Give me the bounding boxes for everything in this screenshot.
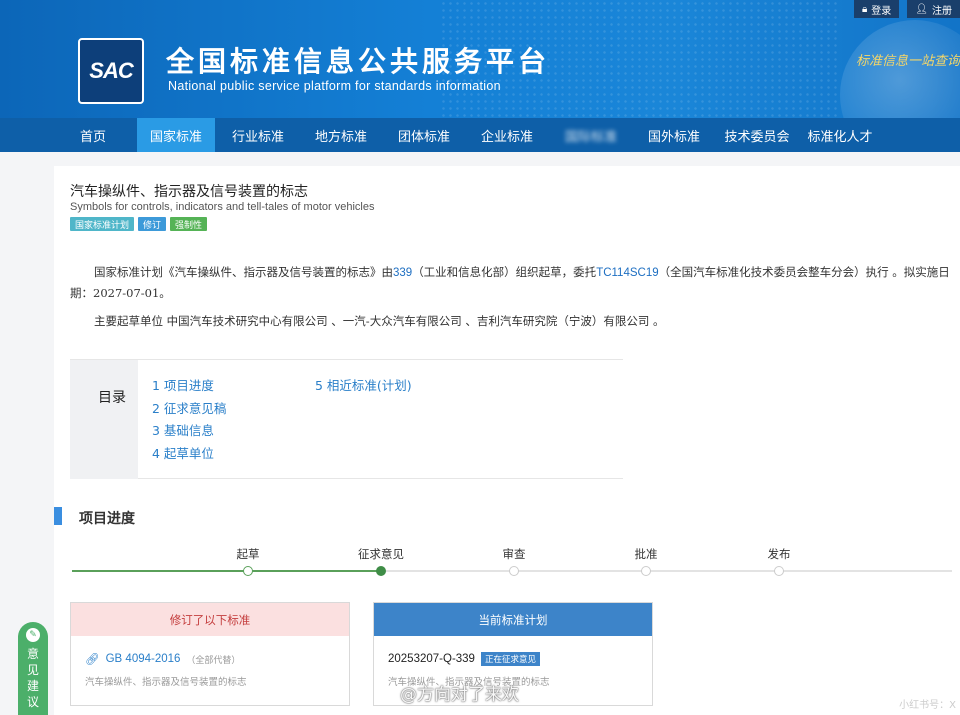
revised-standard-link[interactable]: GB 4094-2016 (106, 653, 181, 665)
revised-standard-desc: 汽车操纵件、指示器及信号装置的标志 (85, 677, 247, 688)
register-button[interactable]: 👤︎ 注册 (907, 0, 960, 18)
toc-label-box: 目录 (70, 360, 138, 479)
current-plan-row: 20253207-Q-339 正在征求意见 (388, 652, 540, 666)
step-label-approve: 批准 (634, 547, 658, 561)
nav-item-enterprise[interactable]: 企业标准 (471, 118, 543, 152)
main-nav: 首页 国家标准 行业标准 地方标准 团体标准 企业标准 国际标准 国外标准 技术… (0, 118, 960, 152)
revised-card-header: 修订了以下标准 (71, 603, 349, 636)
toc-item-draft[interactable]: 2 征求意见稿 (152, 398, 226, 417)
toc-item-drafting-units[interactable]: 4 起草单位 (152, 443, 214, 462)
step-dot-review (509, 566, 519, 576)
toc-label: 目录 (98, 390, 126, 406)
nav-item-group[interactable]: 团体标准 (388, 118, 460, 152)
toc-item-related[interactable]: 5 相近标准(计划) (315, 375, 412, 394)
table-of-contents: 目录 1 项目进度 2 征求意见稿 3 基础信息 4 起草单位 5 相近标准(计… (70, 359, 623, 479)
step-dot-comment (376, 566, 386, 576)
feedback-button[interactable]: ✎ 意 见 建 议 (18, 622, 48, 715)
revised-standard-row: 🔗︎ GB 4094-2016 （全部代替） (85, 652, 240, 666)
nav-item-international[interactable]: 国际标准 (556, 118, 626, 152)
header-slogan: 标准信息一站查询 (855, 54, 960, 69)
feedback-char: 意 (26, 647, 39, 661)
summary-text-b: （工业和信息化部）组织起草，委托 (412, 265, 597, 279)
standard-tags: 国家标准计划 修订 强制性 (70, 217, 208, 231)
sac-logo[interactable]: SAC (78, 38, 144, 104)
logo-text: SAC (89, 58, 133, 83)
step-label-review: 审查 (502, 547, 526, 561)
step-label-publish: 发布 (767, 547, 791, 561)
committee-code-link[interactable]: TC114SC19 (596, 267, 658, 279)
standard-title: 汽车操纵件、指示器及信号装置的标志 (70, 184, 308, 200)
status-badge: 正在征求意见 (480, 652, 540, 666)
toc-item-basic-info[interactable]: 3 基础信息 (152, 420, 214, 439)
ministry-code-link[interactable]: 339 (393, 267, 412, 279)
site-title: 全国标准信息公共服务平台 (166, 45, 551, 78)
standard-title-en: Symbols for controls, indicators and tel… (70, 201, 375, 213)
summary-text-a: 国家标准计划《汽车操纵件、指示器及信号装置的标志》由 (94, 265, 393, 279)
feedback-char: 议 (26, 695, 39, 709)
nav-item-talent[interactable]: 标准化人才 (800, 118, 880, 152)
tag-plan: 国家标准计划 (70, 217, 135, 231)
watermark-right: 小红书号：X (899, 700, 956, 711)
nav-item-home[interactable]: 首页 (66, 118, 120, 152)
watermark: @方向对了来欢 (400, 685, 519, 705)
section-marker (54, 507, 62, 525)
step-label-draft: 起草 (236, 547, 260, 561)
step-dot-draft (243, 566, 253, 576)
progress-line-pending (382, 570, 952, 572)
link-icon: 🔗︎ (85, 652, 100, 666)
nav-item-foreign[interactable]: 国外标准 (640, 118, 708, 152)
tag-mandatory: 强制性 (170, 217, 208, 231)
top-account-bar: 🔒︎ 登录 👤︎ 注册 (853, 0, 960, 18)
site-header: 🔒︎ 登录 👤︎ 注册 SAC 全国标准信息公共服务平台 National pu… (0, 0, 960, 118)
step-dot-approve (641, 566, 651, 576)
nav-item-national[interactable]: 国家标准 (137, 118, 215, 152)
step-dot-publish (774, 566, 784, 576)
current-card-header: 当前标准计划 (374, 603, 652, 636)
login-label: 登录 (871, 5, 892, 17)
edit-icon: ✎ (26, 628, 40, 642)
site-subtitle: National public service platform for sta… (168, 79, 501, 93)
feedback-char: 建 (26, 679, 39, 693)
revised-standards-card: 修订了以下标准 🔗︎ GB 4094-2016 （全部代替） 汽车操纵件、指示器… (70, 602, 350, 706)
register-label: 注册 (932, 5, 952, 17)
progress-line-done (72, 570, 382, 572)
current-plan-code[interactable]: 20253207-Q-339 (388, 653, 475, 665)
drafting-units-paragraph: 主要起草单位 中国汽车技术研究中心有限公司 、一汽-大众汽车有限公司 、吉利汽车… (94, 314, 665, 328)
summary-paragraph: 国家标准计划《汽车操纵件、指示器及信号装置的标志》由339（工业和信息化部）组织… (70, 262, 954, 303)
nav-item-committee[interactable]: 技术委员会 (718, 118, 796, 152)
login-button[interactable]: 🔒︎ 登录 (853, 0, 900, 18)
section-title-progress: 项目进度 (79, 511, 135, 527)
revised-standard-note: （全部代替） (186, 655, 241, 666)
nav-item-local[interactable]: 地方标准 (305, 118, 377, 152)
step-label-comment: 征求意见 (358, 547, 404, 561)
nav-item-industry[interactable]: 行业标准 (222, 118, 294, 152)
globe-decoration (840, 20, 960, 118)
lock-icon: 🔒︎ (861, 3, 868, 15)
feedback-char: 见 (26, 663, 39, 677)
tag-revise: 修订 (138, 217, 167, 231)
toc-item-progress[interactable]: 1 项目进度 (152, 375, 214, 394)
user-icon: 👤︎ (915, 3, 928, 15)
